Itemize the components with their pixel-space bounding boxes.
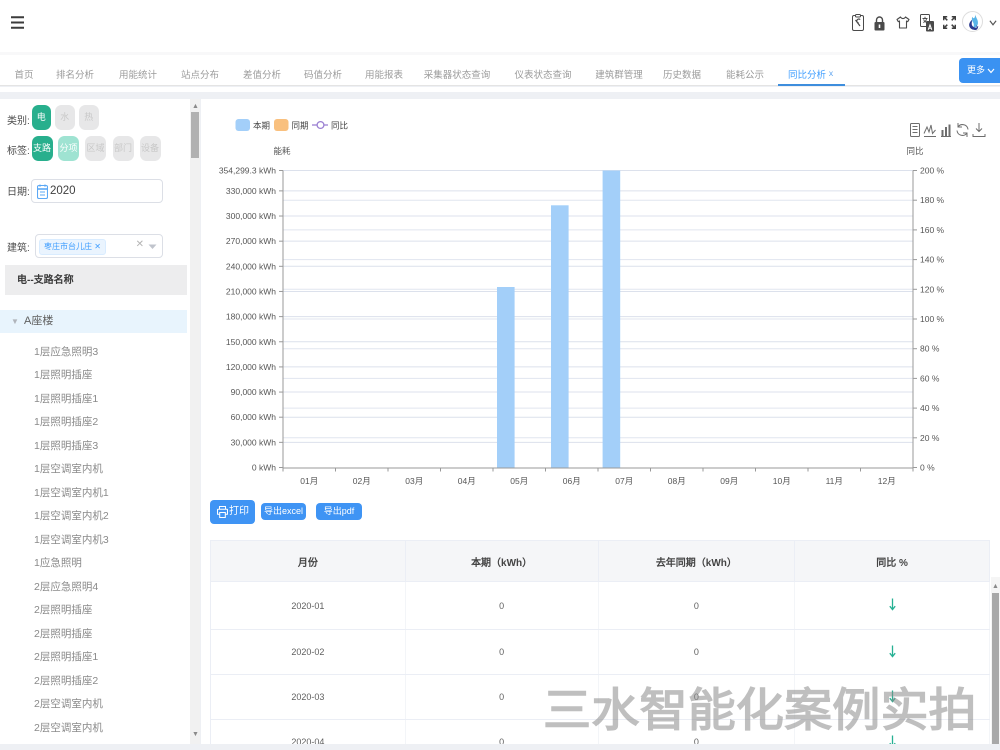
svg-text:180 %: 180 % (920, 195, 945, 205)
svg-text:同比: 同比 (906, 146, 923, 156)
svg-text:04月: 04月 (458, 476, 476, 486)
svg-text:03月: 03月 (405, 476, 423, 486)
svg-text:30,000 kWh: 30,000 kWh (231, 437, 277, 447)
svg-text:能耗: 能耗 (273, 146, 291, 156)
svg-text:06月: 06月 (563, 476, 581, 486)
svg-text:120,000 kWh: 120,000 kWh (226, 362, 276, 372)
svg-text:120 %: 120 % (920, 284, 945, 294)
svg-text:05月: 05月 (510, 476, 528, 486)
svg-text:20 %: 20 % (920, 433, 940, 443)
svg-text:330,000 kWh: 330,000 kWh (226, 186, 276, 196)
svg-text:354,299.3 kWh: 354,299.3 kWh (219, 166, 276, 176)
svg-text:200 %: 200 % (920, 166, 945, 176)
svg-text:140 %: 140 % (920, 255, 945, 265)
svg-text:80 %: 80 % (920, 344, 940, 354)
svg-text:150,000 kWh: 150,000 kWh (226, 337, 276, 347)
svg-text:300,000 kWh: 300,000 kWh (226, 211, 276, 221)
svg-text:本期: 本期 (253, 121, 270, 131)
svg-text:0 kWh: 0 kWh (252, 463, 276, 473)
svg-text:210,000 kWh: 210,000 kWh (226, 286, 276, 296)
svg-text:40 %: 40 % (920, 403, 940, 413)
svg-text:01月: 01月 (300, 476, 318, 486)
svg-text:100 %: 100 % (920, 314, 945, 324)
svg-text:同期: 同期 (292, 121, 309, 131)
svg-text:12月: 12月 (878, 476, 896, 486)
svg-text:60 %: 60 % (920, 373, 940, 383)
svg-text:270,000 kWh: 270,000 kWh (226, 236, 276, 246)
svg-text:60,000 kWh: 60,000 kWh (231, 412, 277, 422)
svg-text:同比: 同比 (331, 121, 348, 131)
svg-text:160 %: 160 % (920, 225, 945, 235)
svg-text:0 %: 0 % (920, 463, 935, 473)
svg-text:240,000 kWh: 240,000 kWh (226, 261, 276, 271)
svg-text:10月: 10月 (773, 476, 791, 486)
svg-text:180,000 kWh: 180,000 kWh (226, 312, 276, 322)
svg-text:02月: 02月 (353, 476, 371, 486)
svg-text:07月: 07月 (615, 476, 633, 486)
svg-text:90,000 kWh: 90,000 kWh (231, 387, 277, 397)
svg-text:09月: 09月 (720, 476, 738, 486)
svg-text:11月: 11月 (826, 476, 843, 486)
svg-text:08月: 08月 (668, 476, 686, 486)
